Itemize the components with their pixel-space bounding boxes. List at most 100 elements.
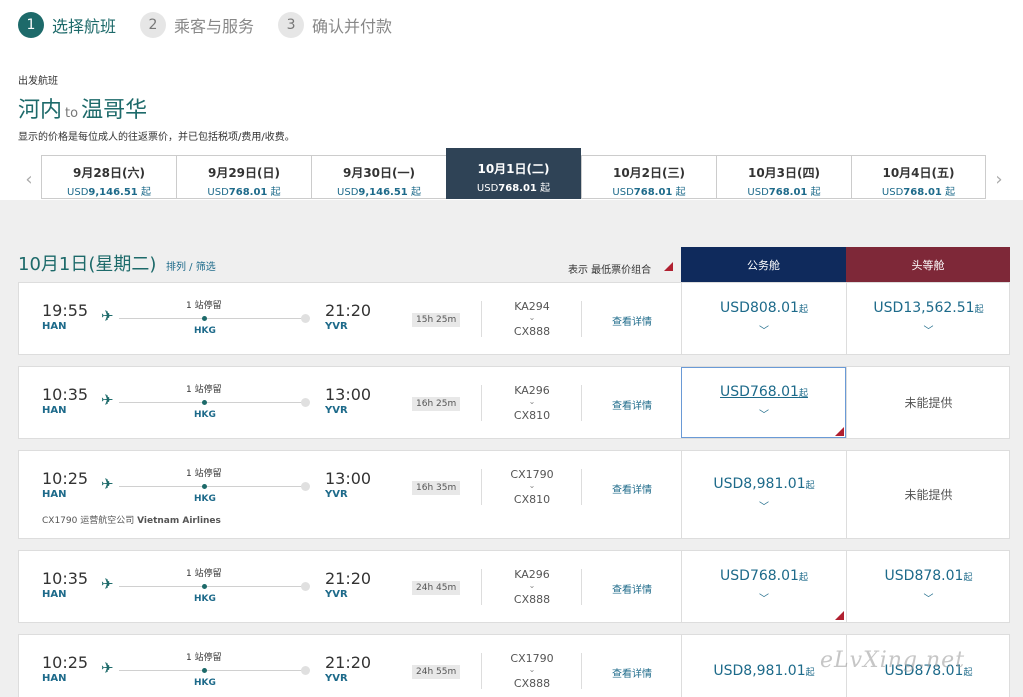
date-tab[interactable]: 10月4日(五) USD768.01 起: [851, 155, 986, 199]
destination-city: 温哥华: [81, 98, 148, 123]
date-price: USD768.01 起: [207, 187, 281, 198]
business-fare-cell[interactable]: USD768.01起 ﹀: [681, 551, 846, 622]
departure-airport: HAN: [42, 589, 67, 600]
arrival-airport: YVR: [325, 321, 348, 332]
chevron-down-icon: ﹀: [759, 410, 769, 421]
stop-dot: [202, 316, 207, 321]
route-end-dot: [301, 314, 310, 323]
stop-dot: [202, 484, 207, 489]
departure-time: 10:35: [42, 385, 89, 404]
first-cabin-header: 头等舱: [846, 247, 1010, 282]
first-fare-cell: 未能提供: [846, 451, 1010, 538]
first-fare-cell[interactable]: USD878.01起 ﹀: [846, 551, 1010, 622]
stop-count: 1 站停留: [186, 653, 222, 663]
origin-city: 河内: [18, 98, 63, 123]
prev-dates-arrow-icon[interactable]: ‹: [18, 161, 40, 197]
fare-price: USD768.01起: [720, 384, 808, 400]
route-line: [119, 670, 307, 671]
view-details-link[interactable]: 查看详情: [612, 481, 652, 496]
chevron-down-icon: ﹀: [759, 502, 769, 513]
fare-price: USD878.01起: [884, 568, 973, 584]
step-number: 1: [18, 12, 44, 38]
date-tab[interactable]: 10月3日(四) USD768.01 起: [716, 155, 851, 199]
date-selector: ‹ 9月28日(六) USD9,146.51 起 9月29日(日) USD768…: [18, 148, 1023, 200]
progress-steps: 1 选择航班 2 乘客与服务 3 确认并付款: [18, 12, 416, 38]
date-label: 9月28日(六): [72, 166, 146, 180]
chevron-down-icon: ﹀: [759, 594, 769, 605]
flight-duration: 15h 25m: [412, 313, 461, 327]
date-price: USD768.01 起: [476, 183, 551, 194]
chevron-down-icon: ﹀: [923, 594, 934, 605]
date-tab-selected[interactable]: 10月1日(二) USD768.01 起: [446, 148, 581, 199]
flight-number: CX1790: [510, 468, 554, 481]
flight-duration: 24h 55m: [412, 665, 461, 679]
fare-price: USD768.01起: [720, 568, 808, 584]
step-label: 确认并付款: [312, 17, 393, 36]
business-fare-cell[interactable]: USD8,981.01起 ﹀: [681, 451, 846, 538]
date-label: 9月30日(一): [342, 166, 416, 180]
chevron-down-icon: ⌄: [528, 397, 536, 406]
date-price: USD9,146.51 起: [67, 187, 151, 198]
date-price: USD9,146.51 起: [337, 187, 421, 198]
date-price: USD768.01 起: [747, 187, 821, 198]
step-passengers[interactable]: 2 乘客与服务: [140, 12, 254, 38]
flight-number: KA296: [514, 384, 550, 397]
route-line: [119, 402, 307, 403]
route-subtitle: 出发航班: [18, 76, 58, 87]
route-end-dot: [301, 398, 310, 407]
stop-count: 1 站停留: [186, 301, 222, 311]
lowest-fare-marker-icon: [835, 611, 844, 620]
chevron-down-icon: ⌄: [528, 581, 536, 590]
plane-icon: ✈: [101, 575, 114, 593]
fare-price: USD8,981.01起: [713, 476, 815, 492]
route-to: to: [65, 106, 79, 121]
date-label: 10月3日(四): [747, 166, 821, 180]
step-number: 2: [140, 12, 167, 38]
price-note: 显示的价格是每位成人的往返票价，并已包括税项/费用/收费。: [18, 132, 295, 143]
view-details-link[interactable]: 查看详情: [612, 313, 652, 328]
departure-time: 10:25: [42, 653, 89, 672]
date-tab[interactable]: 9月30日(一) USD9,146.51 起: [311, 155, 446, 199]
lowest-fare-marker-icon: [835, 427, 844, 436]
date-tab[interactable]: 9月29日(日) USD768.01 起: [176, 155, 311, 199]
flight-row: 10:25 HAN ✈ 1 站停留 HKG 13:00 YVR 16h 35m …: [18, 450, 1010, 539]
arrival-airport: YVR: [325, 405, 348, 416]
plane-icon: ✈: [101, 391, 114, 409]
route-end-dot: [301, 582, 310, 591]
step-number: 3: [278, 12, 305, 38]
flight-number: CX810: [513, 409, 551, 422]
fare-price: USD808.01起: [720, 300, 808, 316]
departure-airport: HAN: [42, 321, 67, 332]
step-label: 乘客与服务: [174, 17, 255, 36]
stop-count: 1 站停留: [186, 385, 222, 395]
business-fare-cell[interactable]: USD808.01起 ﹀: [681, 283, 846, 354]
flight-number: CX810: [513, 493, 551, 506]
view-details-link[interactable]: 查看详情: [612, 665, 652, 680]
first-fare-cell[interactable]: USD13,562.51起 ﹀: [846, 283, 1010, 354]
flight-duration: 16h 25m: [412, 397, 461, 411]
chevron-down-icon: ﹀: [923, 326, 934, 337]
route-line: [119, 486, 307, 487]
step-confirm-pay[interactable]: 3 确认并付款: [278, 12, 392, 38]
view-details-link[interactable]: 查看详情: [612, 581, 652, 596]
first-fare-cell: 未能提供: [846, 367, 1010, 438]
view-details-link[interactable]: 查看详情: [612, 397, 652, 412]
divider: [581, 301, 582, 337]
sort-filter-link[interactable]: 排列 / 筛选: [166, 258, 216, 273]
departure-time: 19:55: [42, 301, 89, 320]
chevron-down-icon: ⌄: [528, 665, 536, 674]
arrival-time: 21:20: [325, 653, 372, 672]
step-select-flight[interactable]: 1 选择航班: [18, 12, 116, 38]
arrival-time: 13:00: [325, 469, 372, 488]
flight-row: 10:35 HAN ✈ 1 站停留 HKG 13:00 YVR 16h 25m …: [18, 366, 1010, 439]
stop-airport: HKG: [194, 494, 216, 504]
date-tab[interactable]: 9月28日(六) USD9,146.51 起: [41, 155, 176, 199]
fare-price: USD8,981.01起: [713, 662, 815, 679]
plane-icon: ✈: [101, 475, 114, 493]
not-available-label: 未能提供: [904, 396, 953, 410]
date-tab[interactable]: 10月2日(三) USD768.01 起: [581, 155, 716, 199]
business-fare-cell-selected[interactable]: USD768.01起 ﹀: [681, 367, 846, 438]
next-dates-arrow-icon[interactable]: ›: [988, 161, 1010, 197]
chevron-down-icon: ⌄: [528, 313, 536, 322]
arrival-airport: YVR: [325, 589, 348, 600]
